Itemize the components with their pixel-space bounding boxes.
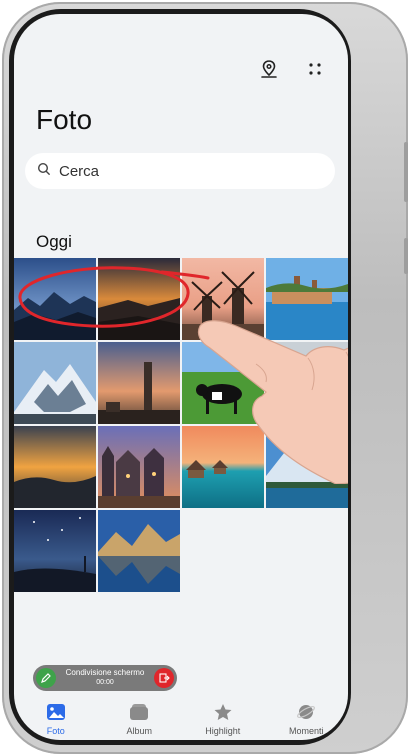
tab-momenti[interactable]: Momenti: [266, 702, 346, 740]
tab-momenti-label: Momenti: [288, 726, 324, 736]
search-input[interactable]: Cerca: [25, 153, 335, 189]
tab-album[interactable]: Album: [99, 702, 179, 740]
section-today-label: Oggi: [36, 232, 72, 251]
tab-highlight[interactable]: Highlight: [183, 702, 263, 740]
stop-share-icon[interactable]: [153, 668, 174, 688]
map-pin-icon[interactable]: [258, 58, 280, 80]
photo-windmills[interactable]: [182, 258, 264, 340]
bottom-tab-bar: Foto Album Highlight Momenti: [14, 702, 348, 740]
edit-pen-icon[interactable]: [36, 668, 56, 688]
photo-sunset-hills[interactable]: [98, 258, 180, 340]
screen-share-status: Condivisione schermo 00:00: [66, 668, 145, 688]
search-icon: [37, 162, 51, 181]
album-icon: [128, 702, 150, 722]
more-options-icon[interactable]: [304, 58, 326, 80]
photo-cow-meadow[interactable]: [182, 342, 264, 424]
power-button: [404, 238, 408, 274]
planet-icon: [295, 702, 317, 722]
photo-snowy-peak[interactable]: [14, 342, 96, 424]
photo-old-town-street[interactable]: [98, 426, 180, 508]
screen-share-time: 00:00: [96, 679, 114, 686]
search-placeholder: Cerca: [59, 162, 100, 180]
photo-blue-mountain-lake[interactable]: [98, 510, 180, 592]
tab-foto[interactable]: Foto: [16, 702, 96, 740]
photo-grey-sea[interactable]: [266, 342, 348, 424]
volume-button: [404, 142, 408, 202]
top-actions: [258, 58, 326, 80]
screen-share-title: Condivisione schermo: [65, 668, 145, 677]
photo-grid: [14, 258, 348, 592]
gallery-screen: Foto Cerca Oggi Condivisione schermo 00:…: [14, 14, 348, 740]
screen-share-pill[interactable]: Condivisione schermo 00:00: [33, 665, 177, 691]
photo-starry-coast[interactable]: [14, 510, 96, 592]
star-icon: [212, 702, 234, 722]
page-title: Foto: [36, 104, 93, 135]
tab-highlight-label: Highlight: [205, 726, 241, 736]
tab-foto-label: Foto: [46, 726, 65, 736]
photo-lake-town[interactable]: [266, 258, 348, 340]
photo-alpine-lake[interactable]: [266, 426, 348, 508]
tab-album-label: Album: [126, 726, 152, 736]
photo-icon: [45, 702, 67, 722]
photo-orange-clouds[interactable]: [14, 426, 96, 508]
photo-tower-sunset[interactable]: [98, 342, 180, 424]
photo-water-bungalows[interactable]: [182, 426, 264, 508]
photo-mountain-night[interactable]: [14, 258, 96, 340]
